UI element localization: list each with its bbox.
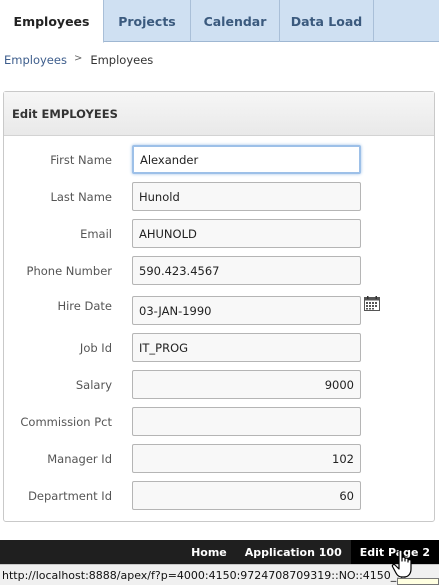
dev-application-link[interactable]: Application 100 [236, 540, 351, 564]
hire-date-label: Hire Date [57, 299, 112, 313]
salary-label: Salary [75, 378, 112, 392]
salary-field[interactable] [132, 370, 361, 399]
email-field[interactable] [132, 219, 361, 248]
status-url: http://localhost:8888/apex/f?p=4000:4150… [2, 569, 407, 582]
form-row-email: Email [4, 219, 434, 249]
form-row-department-id: Department Id [4, 481, 434, 511]
breadcrumb: Employees > Employees [4, 52, 154, 68]
breadcrumb-employees-link[interactable]: Employees [4, 53, 67, 67]
form-row-hire-date: Hire Date [4, 296, 434, 326]
job-id-field[interactable] [132, 333, 361, 362]
commission-pct-field[interactable] [132, 407, 361, 436]
dev-home-link[interactable]: Home [182, 540, 236, 564]
developer-toolbar: Home Application 100 Edit Page 2 [0, 540, 439, 564]
form-row-phone-number: Phone Number [4, 256, 434, 286]
tooltip [397, 578, 439, 585]
email-label: Email [80, 227, 112, 241]
manager-id-label: Manager Id [47, 452, 112, 466]
hire-date-field[interactable] [132, 296, 361, 325]
commission-pct-label: Commission Pct [20, 415, 112, 429]
last-name-field[interactable] [132, 182, 361, 211]
form-row-job-id: Job Id [4, 333, 434, 363]
tab-data-load[interactable]: Data Load [280, 0, 374, 42]
calendar-icon[interactable] [364, 296, 380, 311]
form-row-manager-id: Manager Id [4, 444, 434, 474]
breadcrumb-separator: > [73, 52, 83, 64]
last-name-label: Last Name [50, 190, 112, 204]
manager-id-field[interactable] [132, 444, 361, 473]
region-title: Edit EMPLOYEES [4, 92, 434, 136]
department-id-field[interactable] [132, 481, 361, 510]
form-row-salary: Salary [4, 370, 434, 400]
breadcrumb-current: Employees [90, 53, 154, 67]
form-row-last-name: Last Name [4, 182, 434, 212]
phone-number-label: Phone Number [26, 264, 112, 278]
phone-number-field[interactable] [132, 256, 361, 285]
tab-bar: Employees Projects Calendar Data Load [0, 0, 439, 43]
browser-status-bar: http://localhost:8888/apex/f?p=4000:4150… [0, 564, 439, 585]
form-row-commission-pct: Commission Pct [4, 407, 434, 437]
department-id-label: Department Id [28, 489, 112, 503]
first-name-field[interactable] [132, 145, 361, 174]
tab-calendar[interactable]: Calendar [191, 0, 280, 42]
first-name-label: First Name [50, 153, 112, 167]
hand-pointer-icon [391, 549, 412, 578]
tab-projects[interactable]: Projects [104, 0, 191, 42]
form-row-first-name: First Name [4, 145, 434, 175]
edit-employees-region: Edit EMPLOYEES First Name Last Name Emai… [3, 91, 435, 522]
tab-employees[interactable]: Employees [0, 0, 104, 43]
job-id-label: Job Id [79, 341, 112, 355]
